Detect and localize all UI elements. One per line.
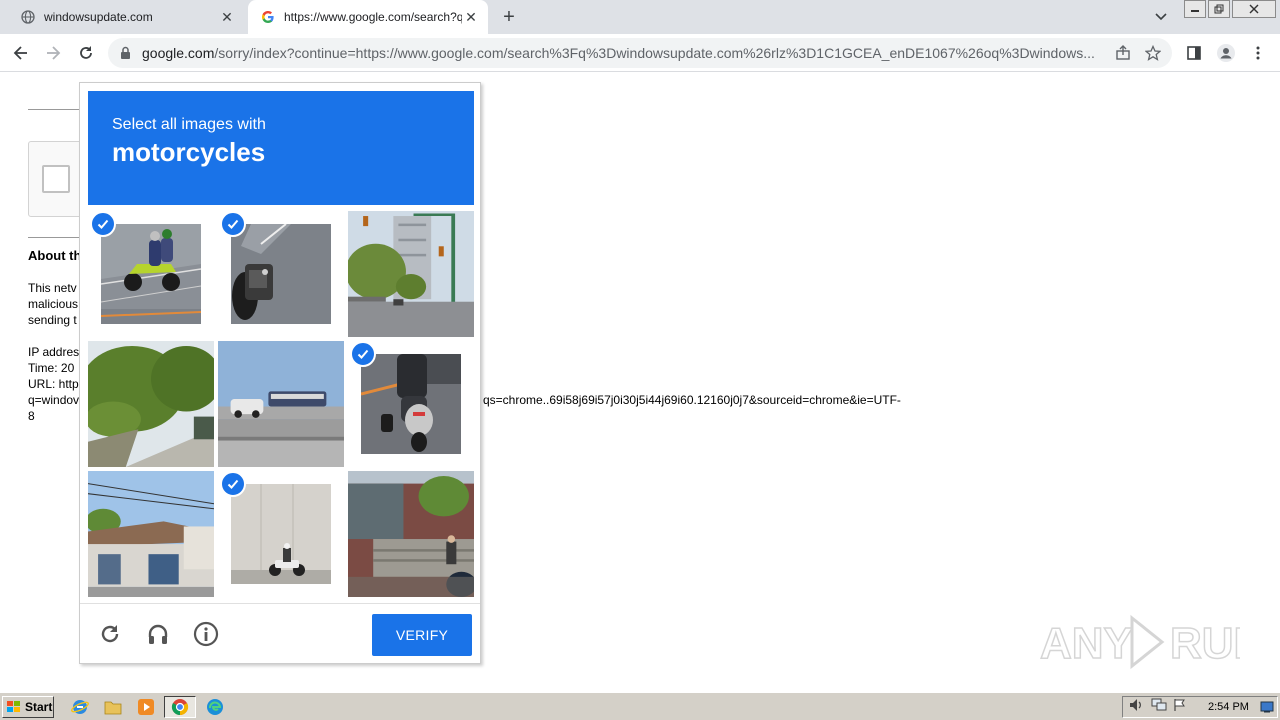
captcha-tile[interactable] [218,471,344,597]
para-line: malicious [28,297,79,311]
tab-windowsupdate[interactable]: windowsupdate.com ✕ [8,0,244,34]
tab-google-search[interactable]: https://www.google.com/search?q= ✕ [248,0,488,34]
captcha-tile[interactable] [218,341,344,467]
checkmark-icon [90,211,116,237]
bookmark-star-icon[interactable] [1142,42,1164,64]
reload-icon[interactable] [75,42,97,64]
browser-toolbar: google.com/sorry/index?continue=https://… [0,34,1280,72]
divider [28,237,80,238]
street-buildings-image [348,211,474,337]
scooter-rider-image [361,354,461,454]
captcha-tile[interactable] [218,211,344,337]
media-player-icon[interactable] [134,697,158,717]
close-window-button[interactable] [1232,0,1276,18]
volume-icon[interactable] [1129,698,1145,717]
tab-title: https://www.google.com/search?q= [284,10,462,24]
chrome-icon[interactable] [164,696,196,718]
start-button[interactable]: Start [2,696,54,718]
tab-title: windowsupdate.com [44,10,153,24]
info-icon[interactable] [192,620,220,648]
checkmark-icon [220,471,246,497]
new-tab-button[interactable]: + [498,6,520,28]
minimize-button[interactable] [1184,0,1206,18]
captcha-tile[interactable] [88,341,214,467]
back-arrow-icon[interactable] [10,42,32,64]
checkmark-icon [350,341,376,367]
captcha-tile[interactable] [348,211,474,337]
network-icon[interactable] [1151,698,1167,717]
action-center-flag-icon[interactable] [1173,698,1187,717]
side-panel-icon[interactable] [1183,42,1205,64]
refresh-icon[interactable] [96,620,124,648]
url-line: URL: http [28,377,79,391]
forward-arrow-icon[interactable] [42,42,64,64]
svg-text:RUN: RUN [1170,619,1240,668]
profile-avatar-icon[interactable] [1215,42,1237,64]
brick-building-steps-image [348,471,474,597]
captcha-tile[interactable] [88,471,214,597]
file-explorer-icon[interactable] [101,697,125,717]
address-bar[interactable]: google.com/sorry/index?continue=https://… [108,38,1172,68]
url-path: /sorry/index?continue=https://www.google… [214,45,1095,61]
captcha-grid [88,211,474,597]
taskbar: Start 2:54 PM [0,692,1280,720]
about-heading: About th [28,248,82,263]
url-text[interactable]: google.com/sorry/index?continue=https://… [142,45,1112,61]
restore-button[interactable] [1208,0,1230,18]
internet-explorer-icon[interactable] [68,697,92,717]
captcha-tile[interactable] [348,341,474,467]
url-host: google.com [142,45,215,61]
edge-icon[interactable] [203,697,227,717]
para-line: This netv [28,281,77,295]
url-tail: qs=chrome..69i58j69i57j0i30j5i44j69i60.1… [483,393,901,407]
captcha-challenge: Select all images with motorcycles VERIF… [79,82,481,664]
anyrun-logo-icon: ANY RUN [1039,614,1266,670]
taskbar-clock[interactable]: 2:54 PM [1208,696,1249,718]
captcha-instruction: Select all images with [112,116,266,133]
captcha-footer: VERIFY [80,603,480,663]
close-icon[interactable]: ✕ [462,8,480,26]
captcha-target: motorcycles [112,137,266,167]
motorcycle-wall-image [231,484,331,584]
captcha-tile[interactable] [348,471,474,597]
recaptcha-checkbox[interactable] [42,165,70,193]
divider [28,109,80,110]
motorcycle-closeup-image [231,224,331,324]
house-powerlines-image [88,471,214,597]
windows-logo-icon [7,701,20,712]
share-icon[interactable] [1112,42,1134,64]
tab-strip: windowsupdate.com ✕ https://www.google.c… [0,0,1280,34]
globe-icon [20,9,36,25]
lock-icon[interactable] [120,46,134,60]
time-line: Time: 20 [28,361,75,375]
start-label: Start [25,700,53,714]
watermark-text: ANY [1040,619,1133,668]
kebab-menu-icon[interactable] [1247,42,1269,64]
motorcycle-riders-image [101,224,201,324]
url-line: 8 [28,409,35,423]
captcha-header: Select all images with motorcycles [88,91,474,205]
headphones-icon[interactable] [144,620,172,648]
ip-line: IP addres [28,345,80,359]
google-icon [260,9,276,25]
trees-roadside-image [88,341,214,467]
system-tray [1122,696,1278,718]
para-line: sending t [28,313,77,327]
show-desktop-icon[interactable] [1260,700,1274,718]
verify-button[interactable]: VERIFY [372,614,472,656]
highway-car-image [218,341,344,467]
anyrun-watermark: ANY RUN [1039,612,1266,672]
checkmark-icon [220,211,246,237]
chevron-down-icon[interactable] [1151,8,1171,26]
captcha-tile[interactable] [88,211,214,337]
url-line: q=windov [28,393,80,407]
close-icon[interactable]: ✕ [218,8,236,26]
